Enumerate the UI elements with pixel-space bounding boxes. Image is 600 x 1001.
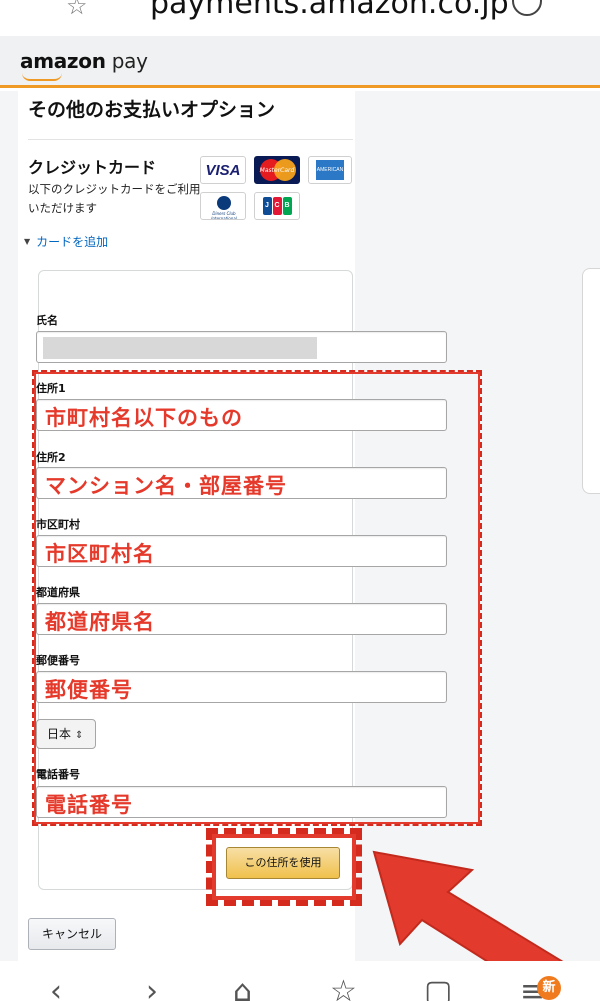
name-field[interactable] — [36, 331, 447, 363]
browser-url[interactable]: payments.amazon.co.jp — [150, 0, 509, 21]
page-background-left — [0, 91, 18, 961]
favorites-icon[interactable]: ☆ — [330, 977, 357, 1001]
annotation-frame-inner — [34, 372, 480, 824]
amex-card-icon: AMERICAN EXPRESS — [308, 156, 352, 184]
credit-card-title: クレジットカード — [28, 158, 157, 177]
amazon-smile-icon — [22, 73, 62, 81]
tabs-icon[interactable]: ▢ — [424, 977, 452, 1001]
side-scroll-handle[interactable] — [582, 268, 600, 494]
back-icon[interactable]: ‹ — [50, 977, 62, 1001]
bookmark-icon[interactable]: ☆ — [66, 0, 88, 20]
redacted-name — [43, 337, 317, 359]
home-icon[interactable]: ⌂ — [233, 977, 252, 1001]
forward-icon[interactable]: › — [146, 977, 158, 1001]
name-label: 氏名 — [36, 314, 58, 327]
page-title: その他のお支払いオプション — [28, 99, 276, 121]
refresh-icon[interactable] — [512, 0, 542, 16]
diners-card-icon: Diners Club International — [200, 192, 246, 220]
jcb-card-icon: JCB — [254, 192, 300, 220]
amazon-pay-header: amazon pay — [0, 36, 600, 88]
amazon-pay-logo: amazon pay — [20, 49, 148, 81]
browser-bottom-bar: ‹ › ⌂ ☆ ▢ ≡ — [0, 961, 600, 1001]
mastercard-icon: MasterCard — [254, 156, 300, 184]
new-badge: 新 — [537, 976, 561, 1000]
browser-top-bar: ☆ payments.amazon.co.jp — [0, 0, 600, 36]
triangle-down-icon: ▼ — [24, 237, 31, 246]
divider — [28, 139, 353, 140]
credit-card-description: 以下のクレジットカードをご利用いただけます — [28, 182, 201, 215]
visa-card-icon: VISA — [200, 156, 246, 184]
cancel-button[interactable]: キャンセル — [28, 918, 116, 950]
add-card-link[interactable]: ▼ カードを追加 — [24, 233, 108, 250]
use-this-address-button[interactable]: この住所を使用 — [226, 847, 340, 879]
